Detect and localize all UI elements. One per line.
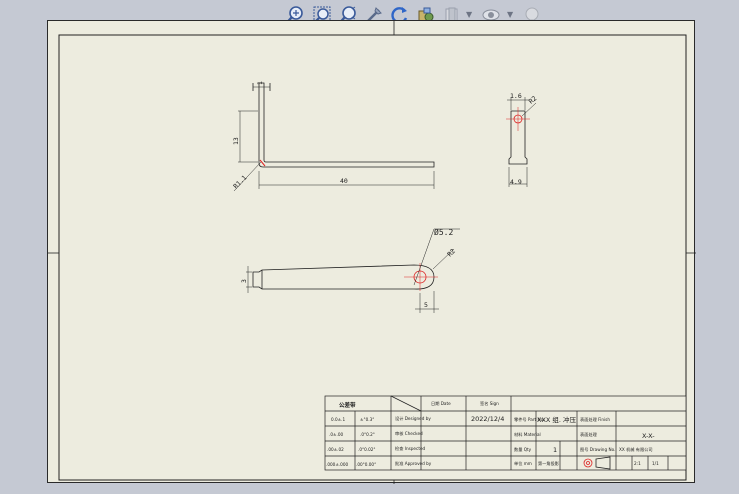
sheet-value: 1/1 — [652, 461, 659, 466]
tolerance-value-2: .0°0.2° — [360, 432, 375, 437]
finish-label: 表面处理 Finish — [580, 416, 610, 423]
front-length-dim: 40 — [340, 177, 348, 185]
tolerance-header: 公差带 — [339, 401, 356, 409]
quantity-value: 1 — [553, 446, 557, 454]
side-width-dim: 4.9 — [510, 178, 522, 186]
top-hole-dim: Ø5.2 — [434, 227, 453, 237]
tolerance-range-3: .00±.02 — [327, 447, 344, 452]
date-value: 2022/12/4 — [471, 415, 504, 423]
drawing-canvas: 1 13 40 R1.1 1.6 R2 4.9 Ø5.2 3 R2 5 公差带 … — [48, 21, 696, 484]
chevron-down-icon[interactable]: ▼ — [507, 10, 513, 19]
company-name: XX 机械 有限公司 — [619, 446, 653, 453]
role-designed: 设计 Designed by — [395, 415, 431, 422]
side-view[interactable] — [506, 97, 537, 187]
front-top-dim: 1 — [256, 81, 264, 85]
sign-header: 签名 Sign — [480, 400, 499, 407]
side-radius-dim: R2 — [527, 94, 538, 105]
scale-value: 2:1 — [634, 461, 641, 466]
chevron-down-icon[interactable]: ▼ — [466, 10, 472, 19]
tolerance-value-3: .0°0.02° — [358, 447, 376, 452]
tolerance-range-4: .000±.000 — [326, 462, 348, 467]
tolerance-range-2: .0±.00 — [329, 432, 343, 437]
tolerance-range-1: 0.0±.1 — [331, 417, 345, 422]
front-height-dim: 13 — [232, 137, 240, 145]
tolerance-value-4: .00°0.00° — [356, 462, 376, 467]
tolerance-value-1: ±°0.3° — [360, 417, 374, 422]
top-radius-dim: R2 — [446, 247, 457, 258]
role-approved: 批准 Approved by — [395, 460, 432, 467]
top-height-dim: 3 — [240, 279, 248, 283]
drawing-sheet[interactable]: 1 13 40 R1.1 1.6 R2 4.9 Ø5.2 3 R2 5 公差带 … — [47, 20, 696, 484]
projection-label: 第一角投影 — [538, 460, 560, 467]
top-offset-dim: 5 — [424, 301, 428, 309]
side-top-dim: 1.6 — [510, 92, 522, 100]
quantity-label: 数量 Qty — [514, 446, 532, 453]
drawing-no-value: X-X- — [642, 432, 655, 440]
material-label: 材料 Material — [514, 431, 541, 438]
front-view[interactable] — [233, 82, 435, 192]
role-checked: 审核 Checked — [395, 430, 423, 437]
front-radius-dim: R1.1 — [232, 174, 249, 191]
title-block — [324, 395, 687, 471]
units-label: 单位 mm — [514, 460, 532, 467]
surface-label: 表面处理 — [580, 431, 598, 438]
role-inspected: 检查 Inspected — [395, 445, 426, 452]
part-name: XXX 组. 冲压 — [537, 415, 577, 424]
